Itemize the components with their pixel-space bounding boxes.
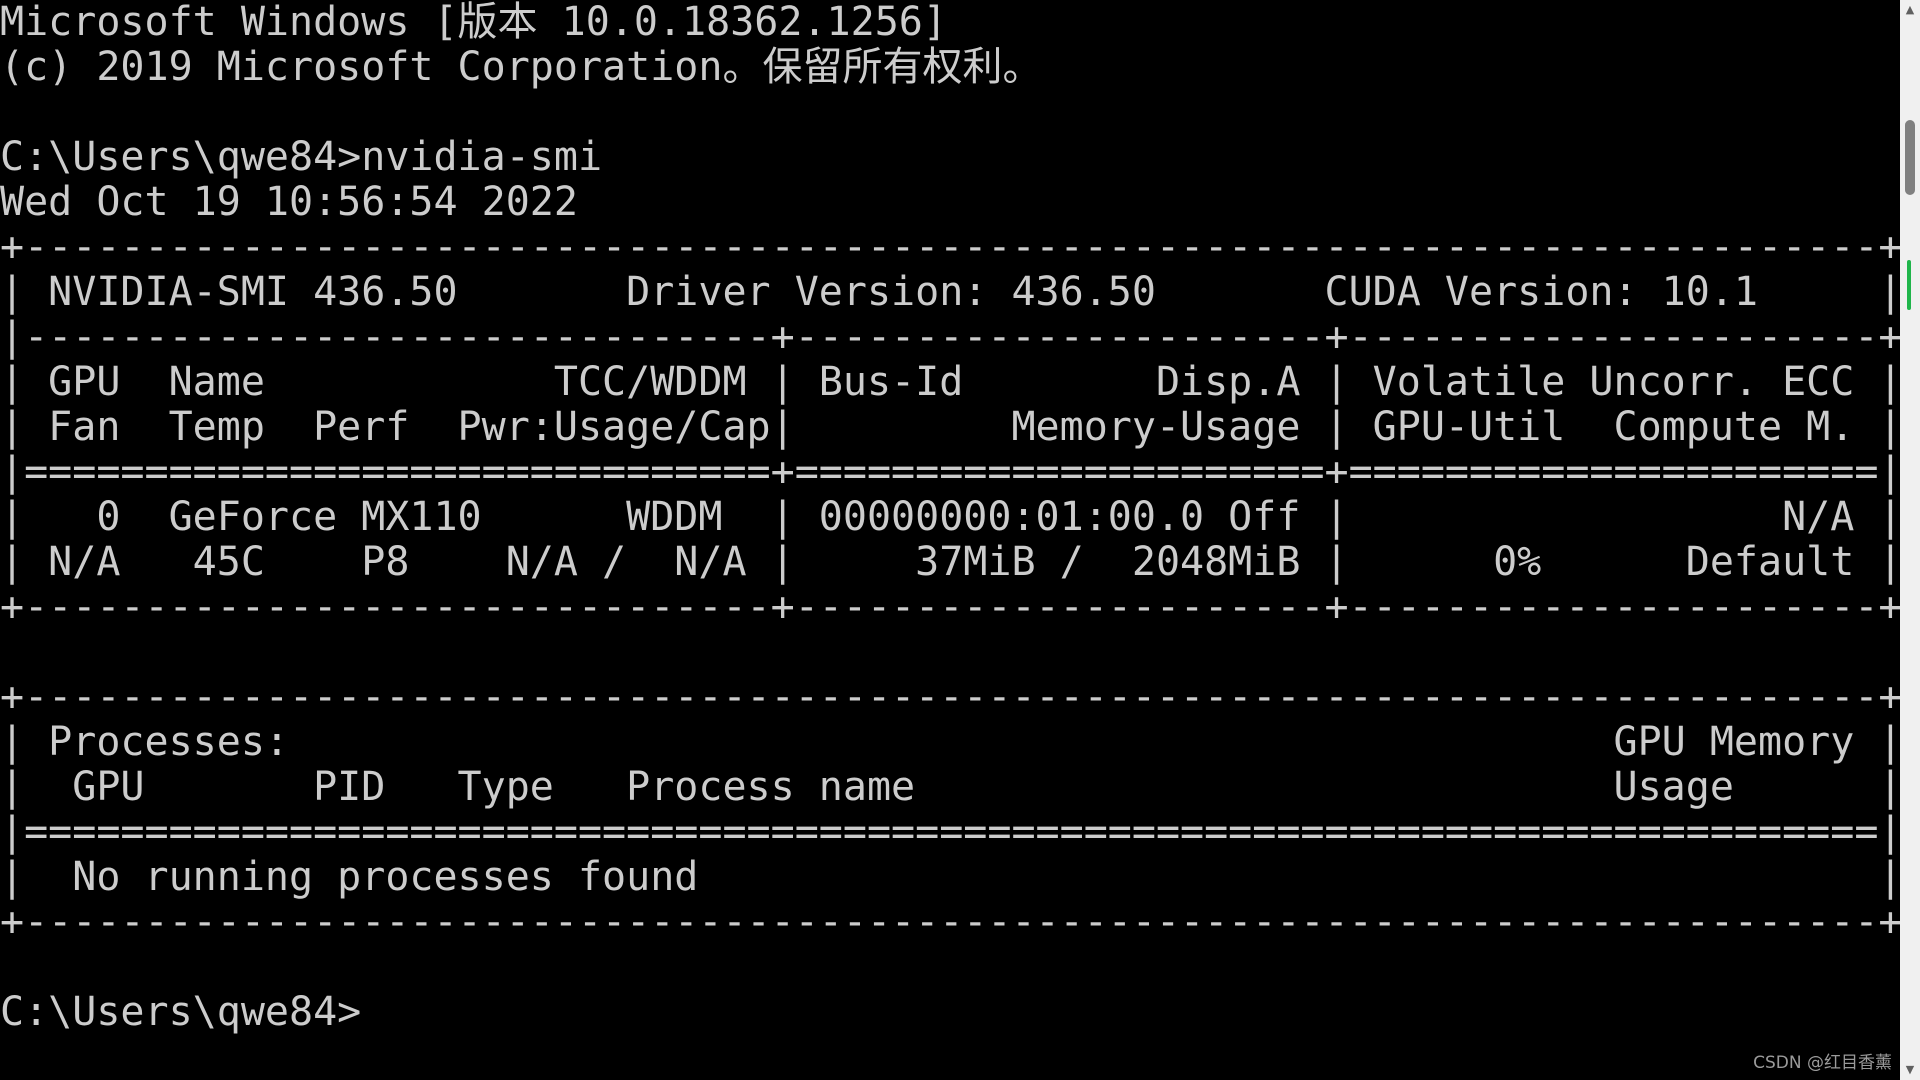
watermark: CSDN @红目香薰 <box>1753 1053 1892 1073</box>
smi-separator: |===============================+=======… <box>0 449 1900 495</box>
smi-border-bottom: +-------------------------------+-------… <box>0 584 1900 630</box>
command-line: C:\Users\qwe84>nvidia-smi <box>0 134 603 180</box>
scroll-up-arrow-icon[interactable]: ▲ <box>1900 0 1920 20</box>
gpu-row: | N/A 45C P8 N/A / N/A | 37MiB / 2048MiB… <box>0 539 1900 585</box>
vertical-scrollbar[interactable]: ▲ ▼ <box>1900 0 1920 1080</box>
command-prompt[interactable]: C:\Users\qwe84> <box>0 990 1900 1035</box>
scroll-position-marker <box>1907 260 1911 310</box>
smi-border-top: +---------------------------------------… <box>0 224 1900 270</box>
smi-column-header: | Fan Temp Perf Pwr:Usage/Cap| Memory-Us… <box>0 404 1900 450</box>
processes-border-bottom: +---------------------------------------… <box>0 899 1900 945</box>
console-window[interactable]: Microsoft Windows [版本 10.0.18362.1256] (c… <box>0 0 1900 1080</box>
scrollbar-thumb[interactable] <box>1905 120 1915 310</box>
processes-header: | GPU PID Type Process name Usage | <box>0 764 1900 810</box>
no-processes-row: | No running processes found | <box>0 854 1900 900</box>
processes-header: | Processes: GPU Memory | <box>0 719 1900 765</box>
console-output: Microsoft Windows [版本 10.0.18362.1256] (c… <box>0 0 1900 1035</box>
smi-version-row: | NVIDIA-SMI 436.50 Driver Version: 436.… <box>0 269 1900 315</box>
smi-separator: |-------------------------------+-------… <box>0 314 1900 360</box>
processes-border-top: +---------------------------------------… <box>0 674 1900 720</box>
gpu-row: | 0 GeForce MX110 WDDM | 00000000:01:00.… <box>0 494 1900 540</box>
os-version-line: Microsoft Windows [版本 10.0.18362.1256] <box>0 0 947 45</box>
copyright-line: (c) 2019 Microsoft Corporation。保留所有权利。 <box>0 44 1043 90</box>
smi-column-header: | GPU Name TCC/WDDM | Bus-Id Disp.A | Vo… <box>0 359 1900 405</box>
timestamp-line: Wed Oct 19 10:56:54 2022 <box>0 179 578 225</box>
processes-separator: |=======================================… <box>0 809 1900 855</box>
scroll-down-arrow-icon[interactable]: ▼ <box>1900 1060 1920 1080</box>
